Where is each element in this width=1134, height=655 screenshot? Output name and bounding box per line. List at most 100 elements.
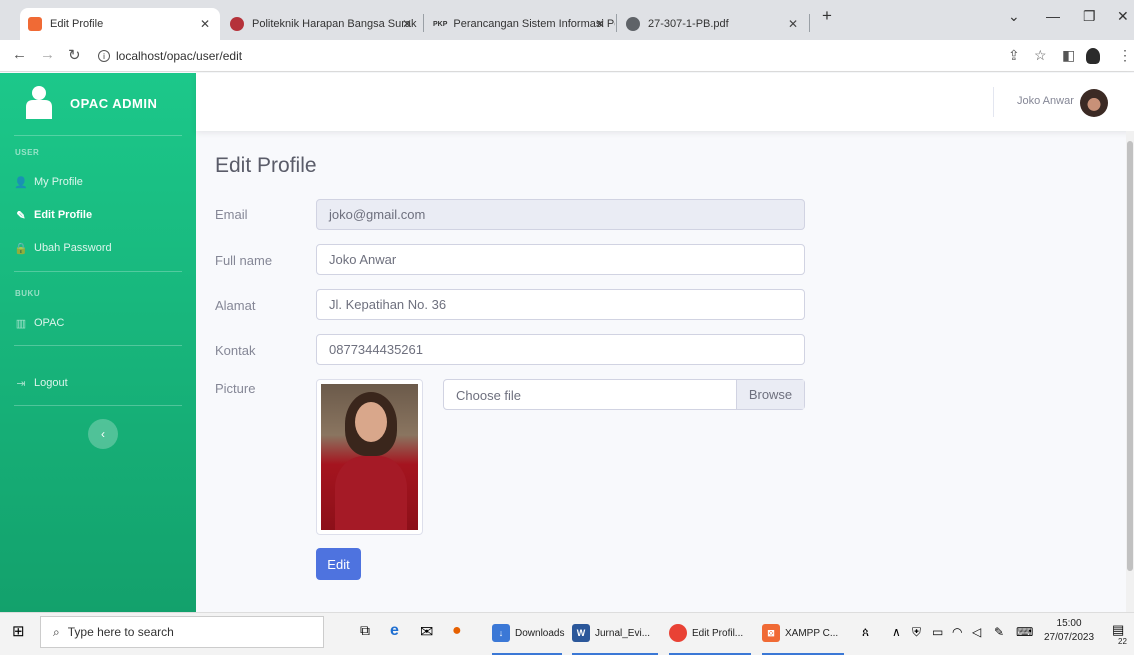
minimize-icon[interactable]: —: [1046, 8, 1060, 24]
keyboard-icon[interactable]: ⌨: [1016, 625, 1033, 639]
tab-search-chevron-icon[interactable]: ⌄: [1008, 8, 1020, 25]
tab-politeknik[interactable]: Politeknik Harapan Bangsa Surak ✕: [222, 8, 422, 40]
brand-name: OPAC ADMIN: [70, 96, 158, 111]
tab-close-icon[interactable]: ✕: [402, 17, 412, 31]
sidebar-item-label: OPAC: [34, 317, 65, 329]
kebab-menu-icon[interactable]: ⋮: [1118, 47, 1132, 64]
xampp-favicon-icon: [28, 17, 42, 31]
sidebar-toggle-button[interactable]: ‹: [88, 419, 118, 449]
download-arrow-icon: ↓: [492, 624, 510, 642]
clock-date: 27/07/2023: [1044, 632, 1095, 643]
clock-time: 15:00: [1056, 618, 1082, 629]
share-icon[interactable]: ⇪: [1008, 47, 1020, 64]
users-logo-icon: [26, 86, 52, 119]
alamat-value: Jl. Kepatihan No. 36: [329, 297, 447, 312]
tab-perancangan[interactable]: PKP Perancangan Sistem Informasi Pe ✕: [425, 8, 615, 40]
taskbar: ⊞ ⌕ Type here to search ⧉ e ✉ ● ↓ Downlo…: [0, 612, 1134, 655]
restore-icon[interactable]: ❐: [1083, 8, 1096, 25]
sidebar-item-edit-profile[interactable]: ✎ Edit Profile: [14, 205, 92, 225]
back-arrow-icon[interactable]: ←: [12, 46, 27, 63]
browse-button[interactable]: Browse: [736, 380, 804, 409]
user-name[interactable]: Joko Anwar: [1017, 95, 1074, 107]
tab-edit-profile[interactable]: Edit Profile ✕: [20, 8, 220, 40]
bookmark-star-icon[interactable]: ☆: [1034, 47, 1047, 64]
user-edit-icon: ✎: [16, 209, 26, 222]
volume-icon[interactable]: ◁: [972, 625, 981, 639]
chevron-up-icon[interactable]: ∧: [892, 625, 901, 639]
browser-tab-bar: Edit Profile ✕ Politeknik Harapan Bangsa…: [0, 0, 1134, 40]
word-icon: W: [572, 624, 590, 642]
wifi-icon[interactable]: ◠: [952, 625, 962, 639]
tab-title: Edit Profile: [50, 18, 104, 30]
sidebar-divider: [14, 405, 182, 406]
sidebar-item-logout[interactable]: ⇥ Logout: [14, 373, 68, 393]
sidebar-item-my-profile[interactable]: 👤 My Profile: [14, 172, 83, 192]
taskbar-app-label: Edit Profil...: [692, 627, 744, 639]
tab-pdf[interactable]: 27-307-1-PB.pdf ✕: [618, 8, 808, 40]
file-input[interactable]: Choose file Browse: [443, 379, 805, 410]
mail-icon[interactable]: ✉: [420, 622, 433, 642]
kontak-value: 0877344435261: [329, 342, 423, 357]
taskbar-search-input[interactable]: ⌕ Type here to search: [40, 616, 324, 648]
user-avatar[interactable]: [1080, 89, 1108, 117]
profile-picture: [316, 379, 423, 535]
sidepanel-icon[interactable]: ◧: [1062, 47, 1075, 64]
sidebar-item-label: Logout: [34, 377, 68, 389]
url-field[interactable]: i localhost/opac/user/edit: [98, 45, 998, 67]
edge-browser-icon[interactable]: e: [390, 622, 399, 640]
edit-submit-button[interactable]: Edit: [316, 548, 361, 580]
logout-icon: ⇥: [16, 377, 26, 390]
taskbar-app-downloads[interactable]: ↓ Downloads: [492, 619, 564, 647]
new-tab-plus-icon[interactable]: +: [822, 6, 832, 26]
tab-close-icon[interactable]: ✕: [200, 17, 210, 31]
sidebar-item-opac[interactable]: ▥ OPAC: [14, 313, 65, 333]
kontak-label: Kontak: [215, 343, 256, 358]
taskbar-app-word[interactable]: W Jurnal_Evi...: [572, 619, 650, 647]
globe-favicon-icon: [626, 17, 640, 31]
search-placeholder: Type here to search: [67, 625, 174, 639]
xampp-icon: ⊠: [762, 624, 780, 642]
firefox-icon[interactable]: ●: [452, 622, 462, 640]
alamat-label: Alamat: [215, 298, 256, 313]
alamat-field[interactable]: Jl. Kepatihan No. 36: [316, 289, 805, 320]
sidebar-brand[interactable]: OPAC ADMIN: [0, 73, 196, 133]
shield-icon[interactable]: ⛨: [912, 625, 921, 640]
topbar-divider: [993, 87, 994, 117]
fullname-label: Full name: [215, 253, 273, 268]
taskbar-app-chrome[interactable]: Edit Profil...: [669, 619, 743, 647]
email-field[interactable]: joko@gmail.com: [316, 199, 805, 230]
chevron-left-icon: ‹: [101, 427, 105, 441]
page-scrollbar[interactable]: [1126, 131, 1134, 612]
task-view-icon[interactable]: ⧉: [360, 622, 370, 639]
windows-start-icon[interactable]: ⊞: [12, 622, 25, 640]
notification-icon[interactable]: ▤: [1112, 622, 1124, 638]
forward-arrow-icon[interactable]: →: [40, 46, 55, 63]
sidebar-item-ubah-password[interactable]: 🔒 Ubah Password: [14, 238, 112, 258]
books-icon: ▥: [15, 317, 27, 330]
tab-separator: [809, 14, 810, 32]
sidebar-item-label: My Profile: [34, 176, 83, 188]
taskbar-app-label: Jurnal_Evi...: [595, 627, 651, 639]
sidebar-item-label: Ubah Password: [34, 242, 112, 254]
notification-count: 22: [1118, 637, 1127, 646]
info-icon[interactable]: i: [98, 50, 110, 62]
taskbar-app-label: Downloads: [515, 627, 565, 639]
reload-icon[interactable]: ↻: [68, 46, 81, 64]
tab-title: Perancangan Sistem Informasi Pe: [453, 18, 615, 30]
profile-avatar-icon[interactable]: [1086, 48, 1100, 64]
topbar: Joko Anwar: [196, 73, 1134, 131]
tab-title: 27-307-1-PB.pdf: [648, 18, 729, 30]
fullname-value: Joko Anwar: [329, 252, 397, 267]
scrollbar-thumb[interactable]: [1127, 141, 1133, 571]
battery-icon[interactable]: ▭: [932, 625, 943, 639]
pen-icon[interactable]: ✎: [994, 625, 1004, 639]
taskbar-app-xampp[interactable]: ⊠ XAMPP C...: [762, 619, 838, 647]
window-close-icon[interactable]: ✕: [1117, 8, 1129, 25]
url-text: localhost/opac/user/edit: [116, 49, 243, 63]
tab-close-icon[interactable]: ✕: [595, 17, 605, 31]
kontak-field[interactable]: 0877344435261: [316, 334, 805, 365]
tab-close-icon[interactable]: ✕: [788, 17, 798, 31]
system-clock[interactable]: 15:00 27/07/2023: [1044, 617, 1094, 645]
people-icon[interactable]: ጰ: [862, 625, 869, 640]
fullname-field[interactable]: Joko Anwar: [316, 244, 805, 275]
